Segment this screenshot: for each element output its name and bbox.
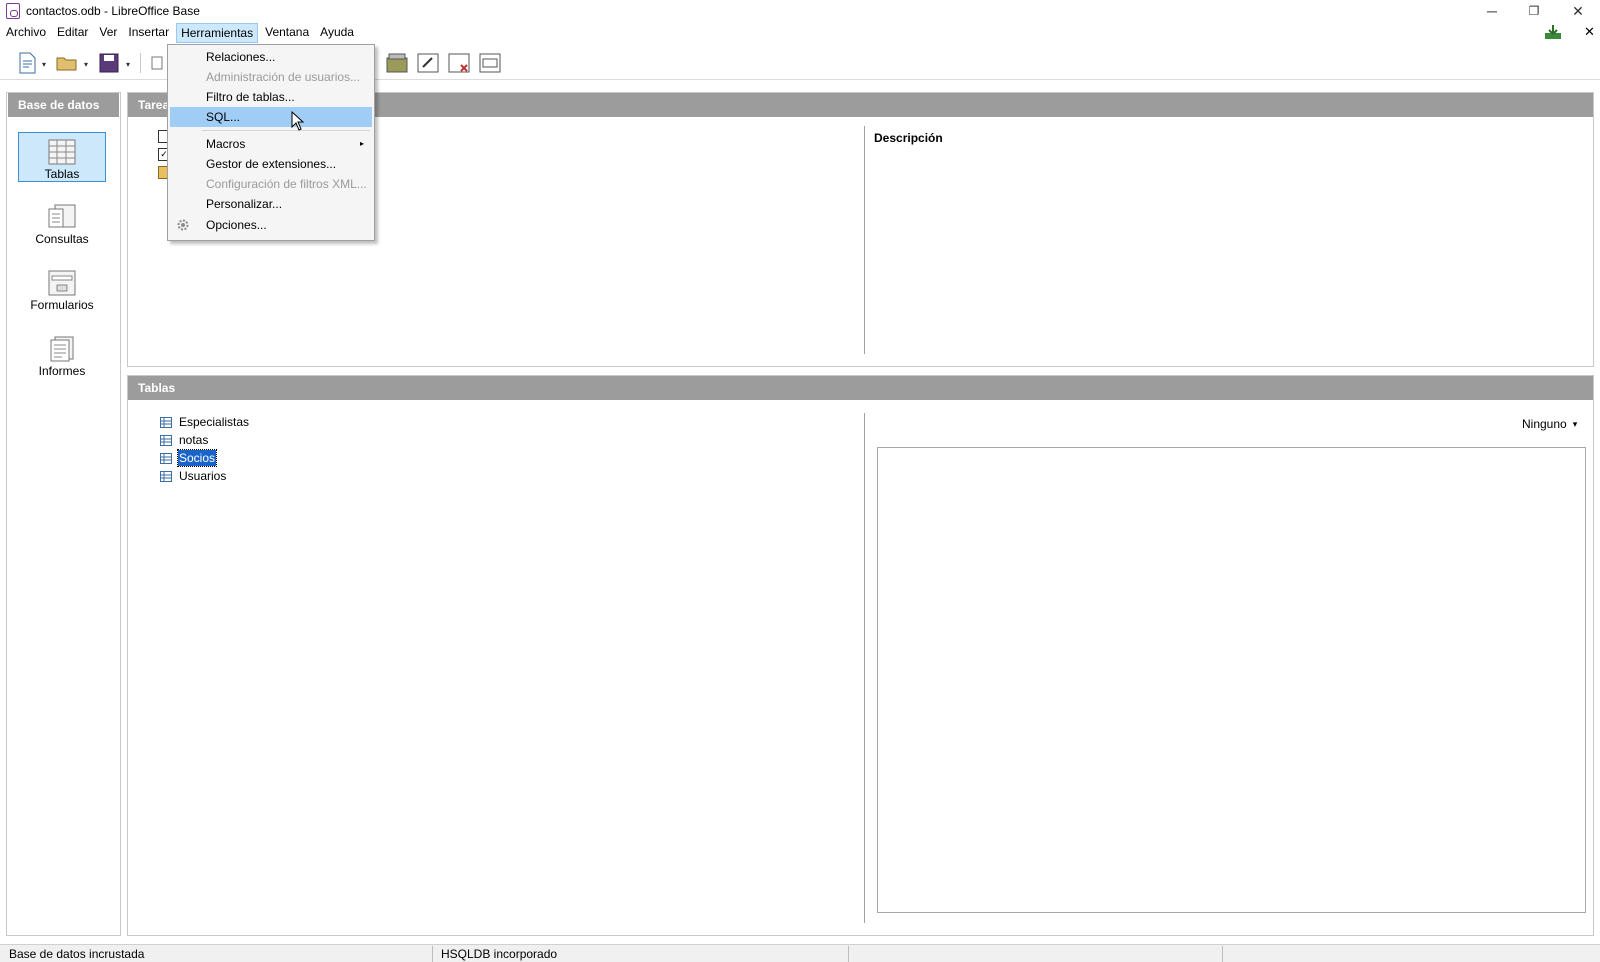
- status-bar: Base de datos incrustada HSQLDB incorpor…: [0, 944, 1600, 962]
- submenu-arrow-icon: ▸: [359, 139, 364, 148]
- menu-item-sql[interactable]: SQL...: [170, 107, 372, 127]
- reports-icon: [50, 336, 74, 362]
- menu-ventana[interactable]: Ventana: [261, 23, 313, 43]
- herramientas-menu: Relaciones... Administración de usuarios…: [167, 44, 375, 241]
- menu-item-personalizar[interactable]: Personalizar...: [170, 194, 372, 214]
- tasks-divider: [864, 126, 865, 354]
- delete-icon[interactable]: [446, 50, 472, 76]
- menu-separator: [202, 130, 370, 131]
- preview-mode-dropdown[interactable]: Ninguno ▾: [1522, 417, 1577, 431]
- title-bar: contactos.odb - LibreOffice Base ─ ❐ ✕: [0, 0, 1600, 22]
- menu-item-macros[interactable]: Macros ▸: [170, 134, 372, 154]
- open-database-object-icon[interactable]: [384, 50, 410, 76]
- open-folder-icon[interactable]: [54, 50, 80, 76]
- status-engine: HSQLDB incorporado: [441, 947, 558, 961]
- save-icon[interactable]: [96, 50, 122, 76]
- table-row[interactable]: Especialistas: [160, 413, 250, 431]
- sidebar-item-label: Formularios: [30, 298, 94, 312]
- edit-icon[interactable]: [415, 50, 441, 76]
- queries-icon: [48, 204, 76, 228]
- table-name: notas: [179, 433, 209, 447]
- table-name: Especialistas: [179, 415, 250, 429]
- libreoffice-base-icon: [6, 3, 20, 19]
- sidebar-item-formularios[interactable]: Formularios: [18, 264, 106, 314]
- table-name: Socios: [176, 449, 218, 467]
- sidebar-item-informes[interactable]: Informes: [18, 330, 106, 380]
- sidebar-item-consultas[interactable]: Consultas: [18, 198, 106, 248]
- table-row[interactable]: notas: [160, 431, 209, 449]
- table-icon: [160, 434, 172, 446]
- minimize-button[interactable]: ─: [1470, 0, 1514, 22]
- menu-item-label: Macros: [206, 137, 246, 151]
- menu-item-relaciones[interactable]: Relaciones...: [170, 47, 372, 67]
- tables-icon: [48, 139, 76, 165]
- table-row-selected[interactable]: Socios: [160, 449, 218, 467]
- save-dropdown-icon[interactable]: ▾: [126, 60, 134, 69]
- menu-bar: Archivo Editar Ver Insertar Herramientas…: [0, 22, 1600, 44]
- status-divider: [1222, 946, 1223, 962]
- database-panel-header: Base de datos: [8, 93, 119, 117]
- restore-button[interactable]: ❐: [1512, 0, 1556, 22]
- preview-area: [877, 447, 1586, 913]
- menu-item-filtro-tablas[interactable]: Filtro de tablas...: [170, 87, 372, 107]
- menu-item-gestor-extensiones[interactable]: Gestor de extensiones...: [170, 154, 372, 174]
- new-dropdown-icon[interactable]: ▾: [42, 60, 50, 69]
- menu-item-label: Opciones...: [206, 218, 267, 232]
- menu-item-administracion-usuarios: Administración de usuarios...: [206, 70, 361, 84]
- rename-icon[interactable]: [477, 50, 503, 76]
- menu-ayuda[interactable]: Ayuda: [316, 23, 358, 43]
- download-update-icon[interactable]: [1544, 24, 1562, 43]
- tables-panel-header: Tablas: [128, 376, 1593, 400]
- new-document-icon[interactable]: [14, 50, 40, 76]
- sidebar-item-tablas[interactable]: Tablas: [18, 132, 106, 182]
- table-icon: [160, 470, 172, 482]
- table-row[interactable]: Usuarios: [160, 467, 227, 485]
- preview-mode-value: Ninguno: [1522, 417, 1567, 431]
- table-icon: [160, 452, 172, 464]
- mouse-cursor-icon: [291, 111, 305, 131]
- sidebar-item-label: Consultas: [35, 232, 89, 246]
- table-name: Usuarios: [179, 469, 227, 483]
- gear-icon: [177, 219, 189, 231]
- window-title: contactos.odb - LibreOffice Base: [26, 4, 200, 18]
- forms-icon: [48, 270, 76, 296]
- close-button[interactable]: ✕: [1556, 0, 1600, 22]
- chevron-down-icon: ▾: [1572, 418, 1578, 429]
- menu-editar[interactable]: Editar: [53, 23, 92, 43]
- description-label: Descripción: [874, 131, 943, 145]
- menu-item-configuracion-filtros-xml: Configuración de filtros XML...: [206, 177, 367, 191]
- menu-insertar[interactable]: Insertar: [124, 23, 173, 43]
- menu-herramientas[interactable]: Herramientas: [176, 23, 259, 43]
- sidebar-item-label: Informes: [38, 364, 86, 378]
- toolbar-separator: [140, 53, 141, 73]
- close-document-button[interactable]: ✕: [1584, 24, 1595, 40]
- status-divider: [848, 946, 849, 962]
- table-icon: [160, 416, 172, 428]
- status-storage: Base de datos incrustada: [9, 947, 145, 961]
- status-divider: [432, 946, 433, 962]
- menu-ver[interactable]: Ver: [95, 23, 121, 43]
- menu-item-opciones[interactable]: Opciones...: [170, 215, 372, 235]
- sidebar-item-label: Tablas: [44, 167, 80, 181]
- tables-divider: [864, 413, 865, 923]
- open-dropdown-icon[interactable]: ▾: [84, 60, 92, 69]
- menu-archivo[interactable]: Archivo: [2, 23, 50, 43]
